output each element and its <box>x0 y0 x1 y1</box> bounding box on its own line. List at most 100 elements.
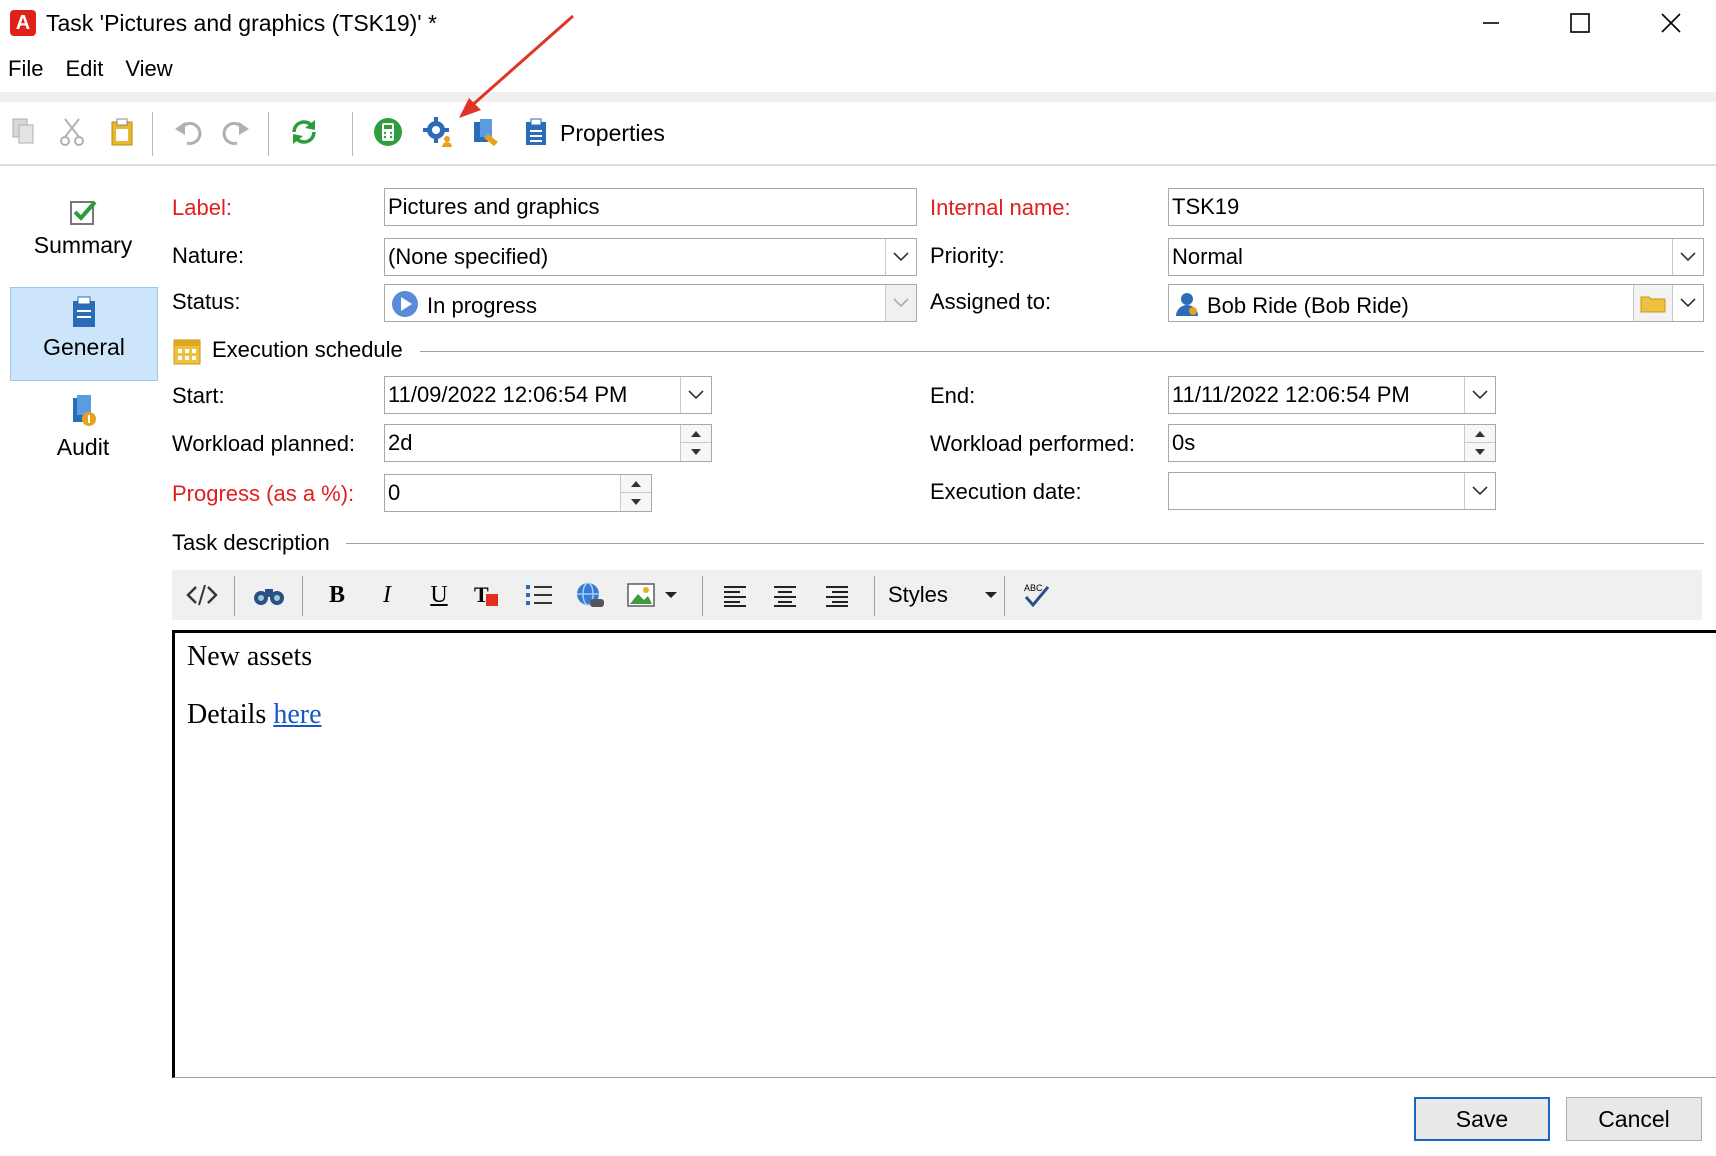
spellcheck-icon[interactable]: ABC <box>1020 578 1054 612</box>
priority-label: Priority: <box>930 243 1005 268</box>
priority-select[interactable]: Normal <box>1168 238 1704 276</box>
italic-icon[interactable]: I <box>372 578 402 612</box>
end-label: End: <box>930 383 976 408</box>
window-title: Task 'Pictures and graphics (TSK19)' * <box>46 10 437 36</box>
menu-view[interactable]: View <box>117 52 180 88</box>
chevron-down-icon[interactable] <box>885 239 916 275</box>
chevron-down-icon[interactable] <box>680 377 711 413</box>
checkbox-icon <box>10 196 156 232</box>
nature-select[interactable]: (None specified) <box>384 238 917 276</box>
insert-link-globe-icon[interactable] <box>572 578 608 612</box>
workload-planned-value: 2d <box>388 430 413 455</box>
nature-value: (None specified) <box>388 244 549 269</box>
bold-icon[interactable]: B <box>322 578 352 612</box>
bullet-list-icon[interactable] <box>522 578 556 612</box>
progress-label: Progress (as a %): <box>172 481 355 506</box>
description-line-2: Details here <box>187 699 1704 731</box>
progress-stepper[interactable] <box>620 475 651 511</box>
chevron-down-icon[interactable] <box>1464 473 1495 509</box>
start-date-field[interactable]: 11/09/2022 12:06:54 PM <box>384 376 712 414</box>
sidebar-item-label: General <box>43 334 125 360</box>
menu-edit[interactable]: Edit <box>57 52 111 88</box>
workload-performed-label: Workload performed: <box>930 431 1136 456</box>
status-label: Status: <box>172 289 241 314</box>
folder-icon[interactable] <box>1633 285 1672 321</box>
workload-performed-stepper[interactable] <box>1464 425 1495 461</box>
priority-value: Normal <box>1172 244 1243 269</box>
paste-icon[interactable] <box>104 114 140 150</box>
menu-file[interactable]: File <box>0 52 51 88</box>
chevron-down-icon[interactable] <box>662 578 680 612</box>
source-code-icon[interactable] <box>184 578 220 612</box>
toolbar-separator <box>702 576 703 616</box>
internal-name-input[interactable]: TSK19 <box>1168 188 1704 226</box>
align-left-icon[interactable] <box>720 578 750 612</box>
copy-icon[interactable] <box>6 114 42 150</box>
minimize-button[interactable] <box>1456 0 1526 46</box>
toolbar-separator-band <box>0 92 1716 102</box>
here-link[interactable]: here <box>273 699 321 730</box>
align-center-icon[interactable] <box>770 578 800 612</box>
title-bar: A Task 'Pictures and graphics (TSK19)' * <box>0 0 1716 46</box>
chevron-down-icon[interactable] <box>1672 285 1703 321</box>
undo-icon[interactable] <box>170 114 206 150</box>
calculator-icon[interactable] <box>370 114 406 150</box>
workload-planned-label: Workload planned: <box>172 431 356 456</box>
audit-icon <box>10 394 156 434</box>
toolbar-separator <box>234 576 235 616</box>
chevron-down-icon[interactable] <box>885 285 916 321</box>
chevron-down-icon <box>985 592 997 598</box>
cancel-button[interactable]: Cancel <box>1566 1097 1702 1141</box>
refresh-icon[interactable] <box>286 114 322 150</box>
spin-down-icon[interactable] <box>621 493 651 510</box>
workload-planned-input[interactable]: 2d <box>384 424 712 462</box>
editor-toolbar: B I U T Styles ABC <box>172 570 1702 620</box>
underline-icon[interactable]: U <box>424 578 454 612</box>
workload-performed-input[interactable]: 0s <box>1168 424 1496 462</box>
toolbar-separator <box>1004 576 1005 616</box>
toolbar-separator <box>874 576 875 616</box>
close-button[interactable] <box>1636 0 1706 46</box>
cut-icon[interactable] <box>54 114 90 150</box>
status-select[interactable]: In progress <box>384 284 917 322</box>
maximize-button[interactable] <box>1545 0 1615 46</box>
chevron-down-icon[interactable] <box>1672 239 1703 275</box>
label-input[interactable]: Pictures and graphics <box>384 188 917 226</box>
spin-up-icon[interactable] <box>1465 425 1495 443</box>
progress-value: 0 <box>388 480 401 505</box>
toolbar-separator <box>352 112 353 156</box>
execution-date-label: Execution date: <box>930 479 1082 504</box>
assigned-to-field[interactable]: Bob Ride (Bob Ride) <box>1168 284 1704 322</box>
settings-user-icon[interactable] <box>420 114 456 150</box>
calendar-icon <box>172 336 202 372</box>
sidebar-item-summary[interactable]: Summary <box>10 196 156 270</box>
properties-button-label[interactable]: Properties <box>560 120 665 147</box>
styles-dropdown[interactable]: Styles <box>888 578 998 612</box>
sidebar-item-label: Audit <box>56 434 110 460</box>
insert-image-icon[interactable] <box>624 578 658 612</box>
task-description-title: Task description <box>172 530 330 555</box>
sidebar-item-audit[interactable]: Audit <box>10 394 156 466</box>
sidebar-item-general[interactable]: General <box>10 287 158 381</box>
end-date-field[interactable]: 11/11/2022 12:06:54 PM <box>1168 376 1496 414</box>
spin-up-icon[interactable] <box>621 475 651 493</box>
workload-planned-stepper[interactable] <box>680 425 711 461</box>
execution-date-field[interactable] <box>1168 472 1496 510</box>
toolbar: Properties <box>0 102 1716 166</box>
spin-down-icon[interactable] <box>681 443 711 460</box>
user-icon <box>1173 290 1201 321</box>
redo-icon[interactable] <box>218 114 254 150</box>
start-label: Start: <box>172 383 225 408</box>
workload-performed-value: 0s <box>1172 430 1196 455</box>
progress-input[interactable]: 0 <box>384 474 652 512</box>
spin-down-icon[interactable] <box>1465 443 1495 460</box>
chevron-down-icon[interactable] <box>1464 377 1495 413</box>
section-divider <box>420 351 1704 352</box>
description-editor[interactable]: New assets Details here <box>172 630 1716 1078</box>
assigned-to-value: Bob Ride (Bob Ride) <box>1207 292 1409 318</box>
find-binoculars-icon[interactable] <box>250 578 288 612</box>
align-right-icon[interactable] <box>822 578 852 612</box>
spin-up-icon[interactable] <box>681 425 711 443</box>
save-button[interactable]: Save <box>1414 1097 1550 1141</box>
text-color-icon[interactable]: T <box>470 578 504 612</box>
